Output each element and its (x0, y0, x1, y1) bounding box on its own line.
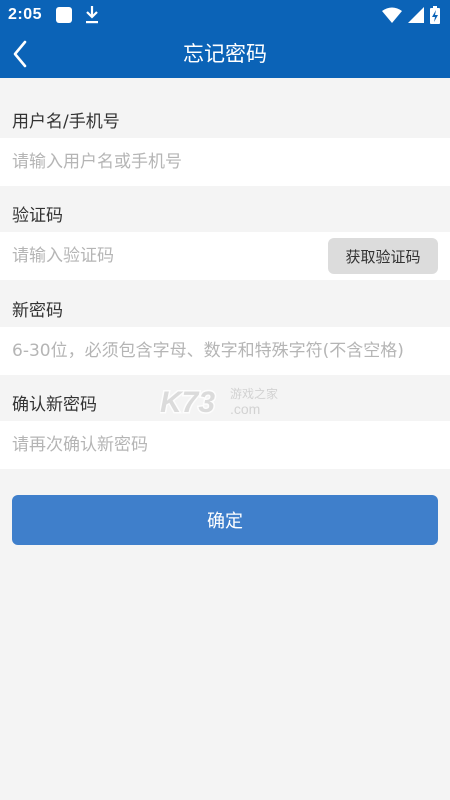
status-time: 2:05 (8, 6, 43, 23)
new-password-label: 新密码 (12, 301, 63, 321)
confirm-password-label: 确认新密码 (12, 395, 97, 415)
confirm-password-field-row (0, 421, 450, 469)
notification-square-icon (56, 7, 72, 23)
k73-watermark-logo: K73 K73 游戏之家 .com (160, 385, 278, 419)
battery-charging-icon (430, 6, 440, 24)
page-title: 忘记密码 (183, 42, 267, 66)
signal-icon (408, 7, 424, 23)
username-input[interactable] (12, 138, 438, 186)
code-field-row: 获取验证码 (0, 232, 450, 280)
svg-text:K73: K73 (160, 386, 215, 418)
app-bar: 忘记密码 (0, 30, 450, 78)
confirm-password-input[interactable] (12, 421, 438, 469)
svg-text:.com: .com (230, 401, 260, 417)
username-label: 用户名/手机号 (12, 112, 120, 132)
download-icon (86, 6, 98, 24)
code-input[interactable] (12, 232, 312, 280)
wifi-icon (382, 7, 402, 23)
new-password-field-row (0, 327, 450, 375)
get-code-button[interactable]: 获取验证码 (328, 238, 438, 274)
username-field-row (0, 138, 450, 186)
status-bar: 2:05 (0, 0, 450, 30)
status-icons (382, 6, 440, 24)
code-label: 验证码 (12, 206, 63, 226)
svg-text:游戏之家: 游戏之家 (230, 386, 278, 401)
submit-button[interactable]: 确定 (12, 495, 438, 545)
new-password-input[interactable] (12, 327, 438, 375)
